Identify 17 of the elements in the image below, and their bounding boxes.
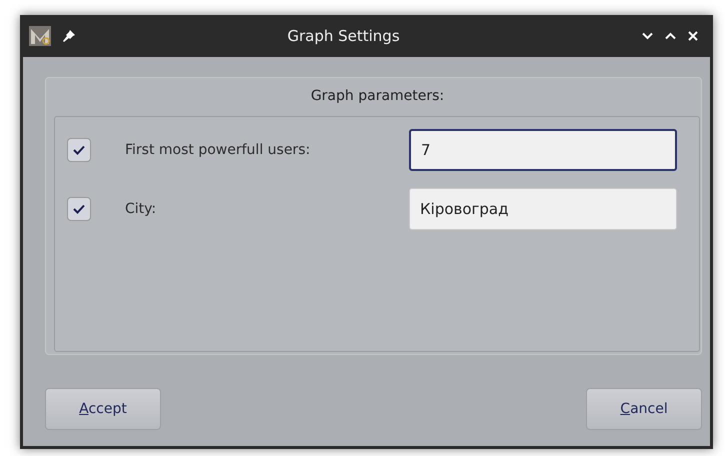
close-icon[interactable]: [688, 31, 698, 41]
field-label: City:: [125, 201, 158, 217]
checkbox[interactable]: [67, 197, 91, 221]
checkbox[interactable]: [67, 138, 91, 162]
input-field[interactable]: 7: [409, 129, 677, 171]
minimize-icon[interactable]: [642, 32, 653, 40]
window-title: Graph Settings: [286, 27, 401, 45]
pin-icon[interactable]: [63, 30, 75, 42]
dialog-button[interactable]: Cancel: [586, 388, 702, 430]
checkmark-icon: [73, 204, 85, 214]
checkmark-icon: [73, 145, 85, 155]
field-label: First most powerfull users:: [125, 142, 312, 158]
app-icon: [29, 26, 51, 46]
input-field[interactable]: Кіровоград: [409, 188, 677, 230]
maximize-icon[interactable]: [665, 32, 676, 40]
group-title: Graph parameters:: [310, 87, 446, 106]
dialog-button[interactable]: Accept: [45, 388, 161, 430]
